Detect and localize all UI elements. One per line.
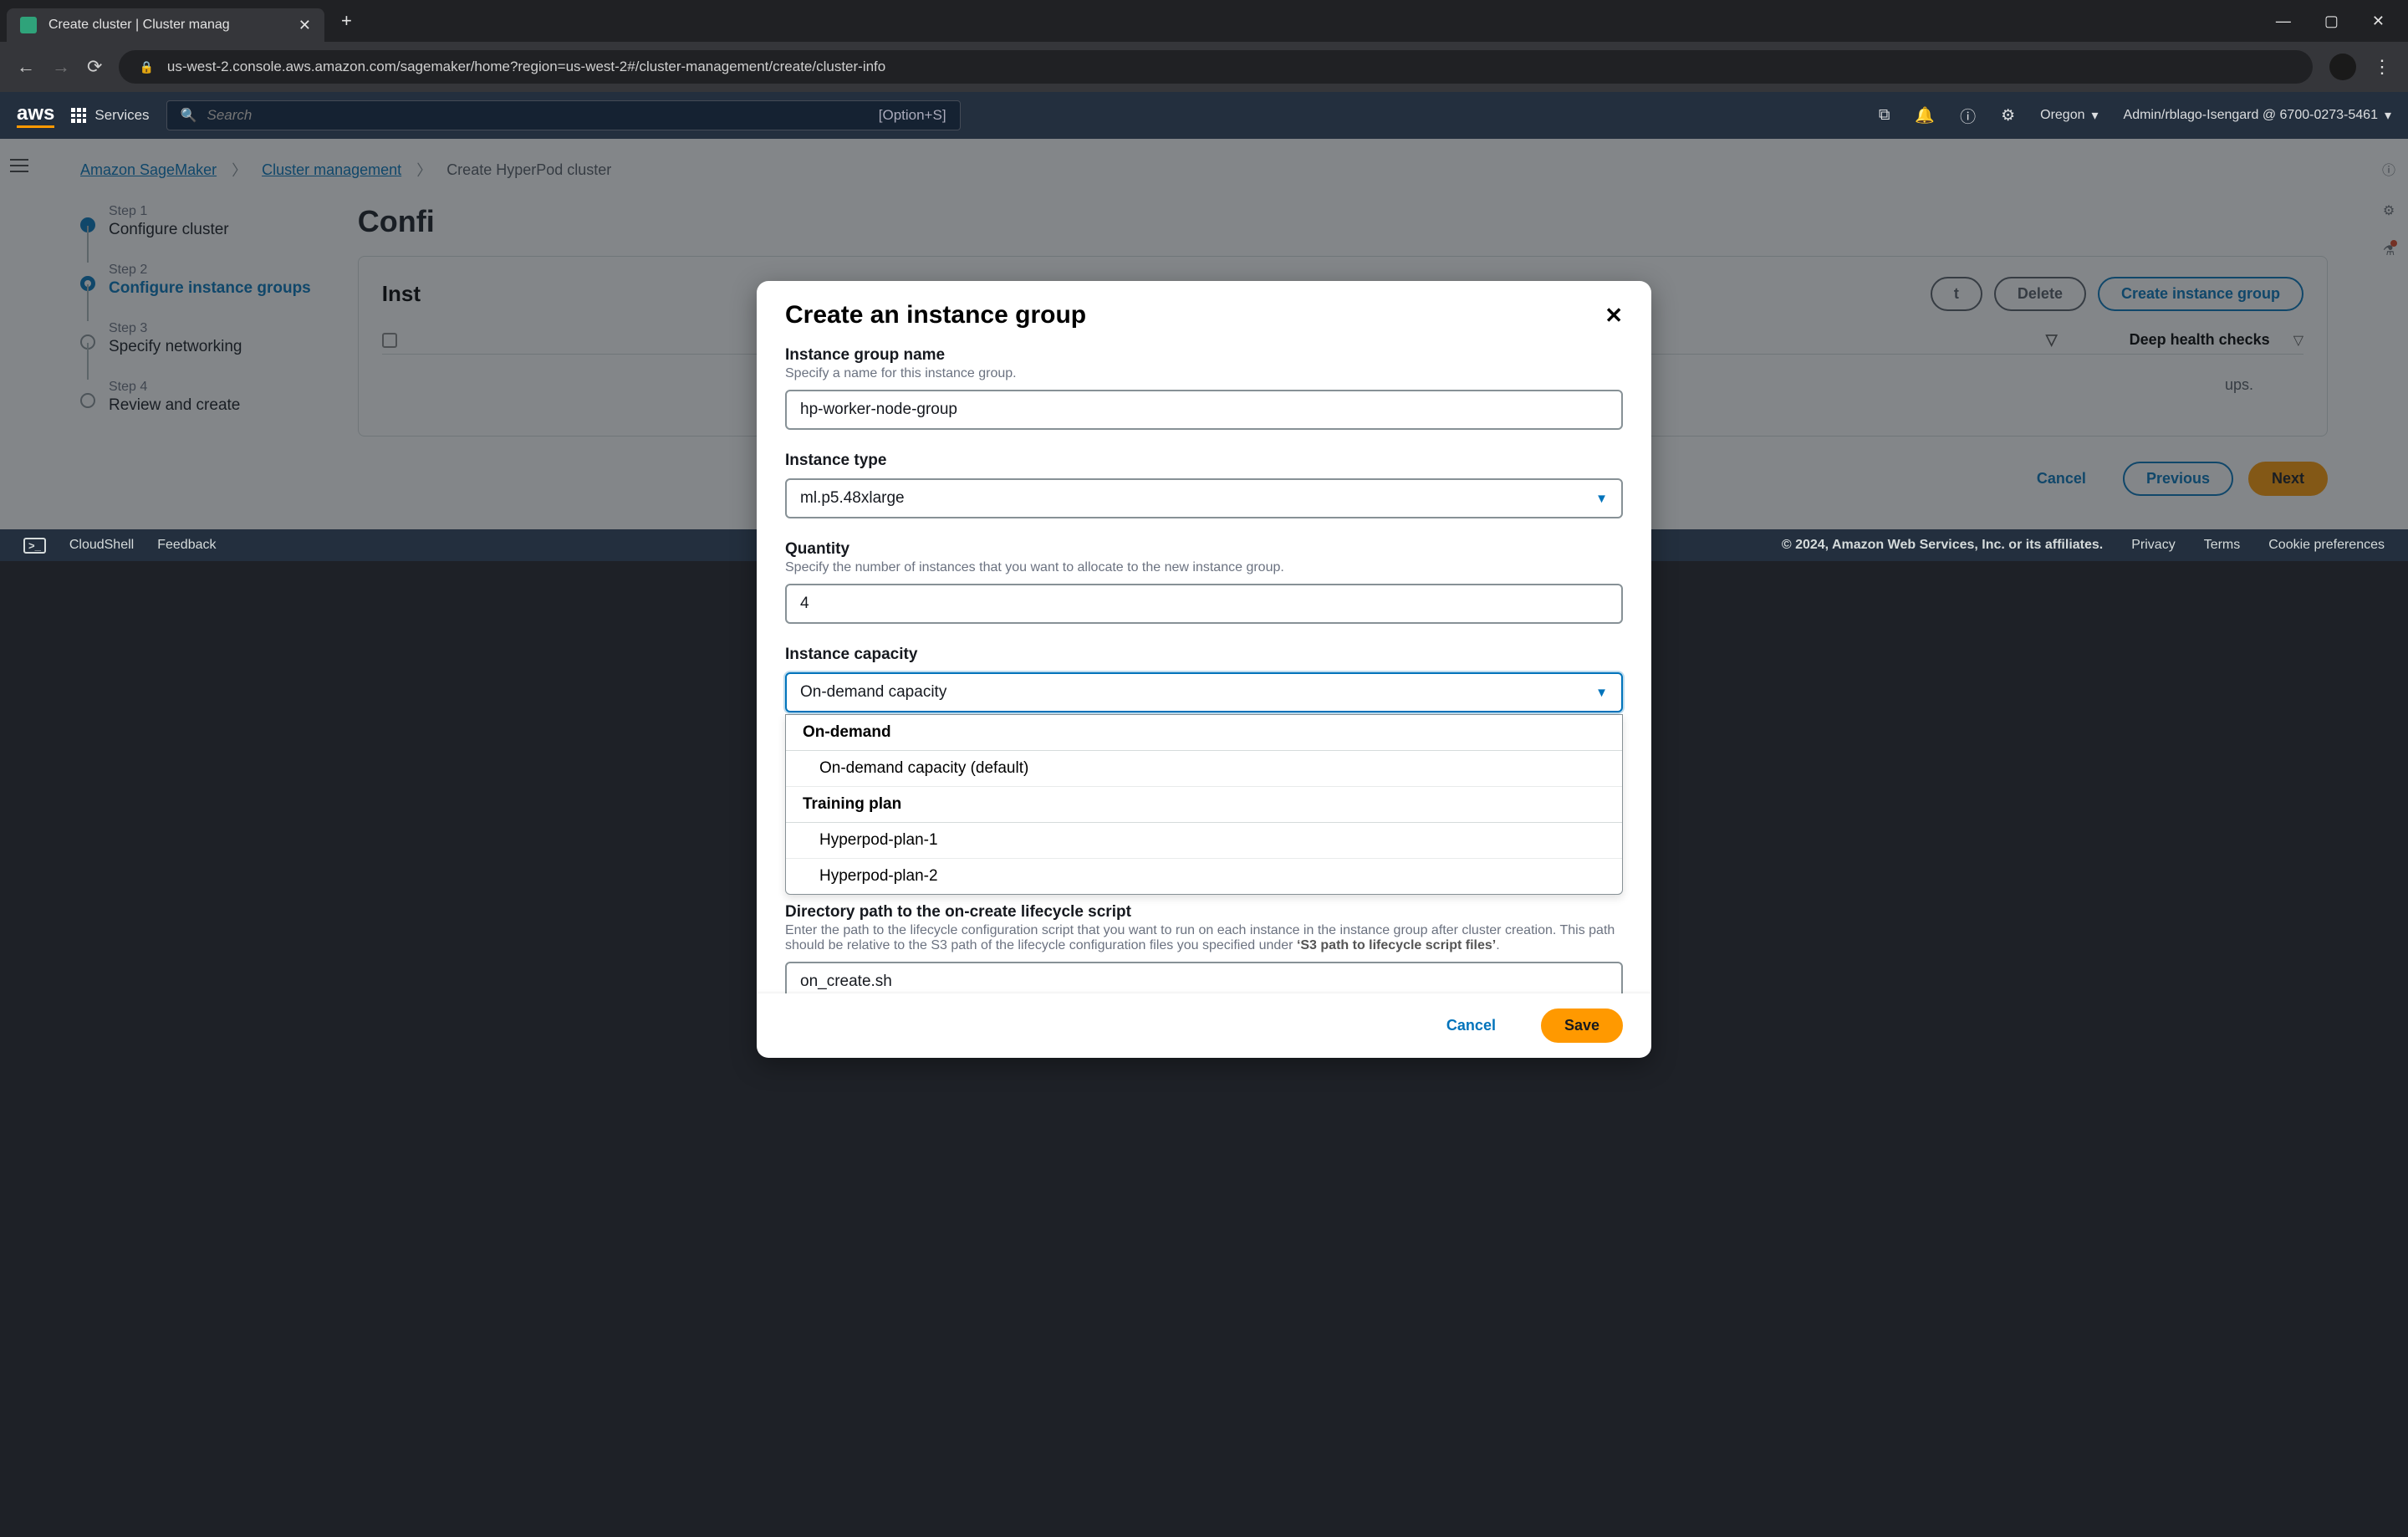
nav-forward-icon[interactable]: →	[52, 56, 70, 78]
new-tab-icon[interactable]: +	[341, 10, 352, 32]
browser-tab[interactable]: Create cluster | Cluster manag ✕	[7, 8, 324, 42]
capacity-label: Instance capacity	[785, 646, 1623, 664]
aws-logo-icon[interactable]: aws	[17, 104, 54, 128]
dropdown-group-training-plan: Training plan	[786, 787, 1622, 823]
cookie-prefs-link[interactable]: Cookie preferences	[2268, 538, 2385, 553]
dropdown-group-on-demand: On-demand	[786, 715, 1622, 751]
chevron-down-icon: ▼	[1595, 492, 1608, 506]
browser-tab-bar: Create cluster | Cluster manag ✕ + — ▢ ✕	[0, 0, 2408, 42]
nav-back-icon[interactable]: ←	[17, 56, 35, 78]
user-label: Admin/rblago-Isengard @ 6700-0273-5461	[2124, 108, 2378, 123]
create-instance-group-modal: Create an instance group ✕ Instance grou…	[757, 281, 1651, 1058]
tab-title: Create cluster | Cluster manag	[48, 18, 287, 33]
dropdown-option-hyperpod-plan-1[interactable]: Hyperpod-plan-1	[786, 823, 1622, 859]
terms-link[interactable]: Terms	[2204, 538, 2241, 553]
quantity-input[interactable]	[785, 584, 1623, 624]
quantity-desc: Specify the number of instances that you…	[785, 560, 1623, 575]
browser-menu-icon[interactable]: ⋮	[2373, 56, 2391, 78]
modal-save-button[interactable]: Save	[1541, 1008, 1623, 1043]
instance-type-label: Instance type	[785, 452, 1623, 470]
search-icon: 🔍	[181, 107, 197, 124]
window-minimize-icon[interactable]: —	[2276, 13, 2291, 30]
chevron-down-icon: ▾	[2092, 107, 2099, 124]
settings-icon[interactable]: ⚙	[2001, 106, 2015, 125]
grid-icon	[71, 108, 86, 123]
browser-nav-bar: ← → ⟳ 🔒 us-west-2.console.aws.amazon.com…	[0, 42, 2408, 92]
url-bar[interactable]: 🔒 us-west-2.console.aws.amazon.com/sagem…	[119, 50, 2313, 84]
instance-type-select[interactable]: ml.p5.48xlarge ▼	[785, 478, 1623, 518]
instance-type-value: ml.p5.48xlarge	[800, 489, 905, 508]
capacity-dropdown: On-demand On-demand capacity (default) T…	[785, 714, 1623, 895]
group-name-input[interactable]	[785, 390, 1623, 430]
cloudshell-header-icon[interactable]: ⧉	[1879, 106, 1890, 125]
lock-icon: 🔒	[139, 60, 153, 74]
aws-console-header: aws Services 🔍 [Option+S] ⧉ 🔔 ⓘ ⚙ Oregon…	[0, 92, 2408, 139]
dropdown-option-hyperpod-plan-2[interactable]: Hyperpod-plan-2	[786, 859, 1622, 894]
notifications-icon[interactable]: 🔔	[1915, 105, 1935, 125]
capacity-select[interactable]: On-demand capacity ▼	[785, 672, 1623, 712]
capacity-value: On-demand capacity	[800, 683, 946, 702]
modal-close-icon[interactable]: ✕	[1604, 303, 1623, 329]
quantity-label: Quantity	[785, 540, 1623, 559]
lifecycle-path-input[interactable]	[785, 962, 1623, 993]
search-shortcut: [Option+S]	[879, 107, 946, 124]
chevron-down-icon: ▾	[2385, 107, 2391, 124]
url-text: us-west-2.console.aws.amazon.com/sagemak…	[167, 59, 885, 75]
region-selector[interactable]: Oregon ▾	[2040, 107, 2098, 124]
copyright-text: © 2024, Amazon Web Services, Inc. or its…	[1782, 538, 2103, 553]
tab-close-icon[interactable]: ✕	[298, 17, 311, 34]
tab-favicon-icon	[20, 17, 37, 33]
group-name-label: Instance group name	[785, 346, 1623, 365]
user-selector[interactable]: Admin/rblago-Isengard @ 6700-0273-5461 ▾	[2124, 107, 2391, 124]
lifecycle-label: Directory path to the on-create lifecycl…	[785, 903, 1623, 922]
modal-title: Create an instance group	[785, 301, 1604, 329]
chevron-down-icon: ▼	[1595, 686, 1608, 700]
lifecycle-desc: Enter the path to the lifecycle configur…	[785, 923, 1623, 953]
cloudshell-link[interactable]: CloudShell	[69, 538, 134, 553]
help-icon[interactable]: ⓘ	[1960, 105, 1976, 127]
cloudshell-icon[interactable]: >_	[23, 538, 46, 554]
window-maximize-icon[interactable]: ▢	[2324, 13, 2339, 30]
window-close-icon[interactable]: ✕	[2372, 13, 2385, 30]
modal-cancel-button[interactable]: Cancel	[1425, 1010, 1518, 1041]
search-input[interactable]	[207, 107, 868, 124]
nav-reload-icon[interactable]: ⟳	[87, 56, 102, 78]
group-name-desc: Specify a name for this instance group.	[785, 366, 1623, 381]
header-search[interactable]: 🔍 [Option+S]	[166, 100, 961, 130]
privacy-link[interactable]: Privacy	[2131, 538, 2175, 553]
profile-avatar-icon[interactable]	[2329, 54, 2356, 80]
dropdown-option-on-demand-default[interactable]: On-demand capacity (default)	[786, 751, 1622, 787]
region-label: Oregon	[2040, 108, 2084, 123]
feedback-link[interactable]: Feedback	[157, 538, 216, 553]
services-label: Services	[94, 107, 149, 124]
services-button[interactable]: Services	[71, 107, 149, 124]
